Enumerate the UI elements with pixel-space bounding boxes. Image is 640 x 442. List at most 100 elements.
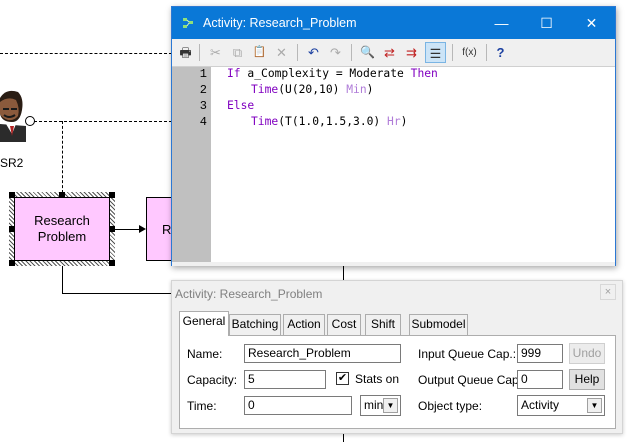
function-icon[interactable]: f(x) xyxy=(457,42,482,63)
minimize-button[interactable]: — xyxy=(479,7,524,39)
resize-handle[interactable] xyxy=(9,192,15,198)
toolbar-separator xyxy=(486,44,487,61)
line-number: 4 xyxy=(199,115,207,129)
function-name: Time xyxy=(251,115,279,128)
resize-handle[interactable] xyxy=(9,260,15,266)
code-line-4: Time(T(1.0,1.5,3.0) Hr) xyxy=(251,115,407,128)
canvas-line xyxy=(343,434,344,442)
delete-icon[interactable]: ✕ xyxy=(271,42,292,63)
general-tab-panel: Name: Research_Problem Capacity: 5 ✔ Sta… xyxy=(179,335,616,429)
undo-icon[interactable]: ↶ xyxy=(303,42,324,63)
time-unit: Hr xyxy=(387,115,401,128)
code-line-3: Else xyxy=(227,99,254,112)
object-type-value: Activity xyxy=(521,398,560,412)
toolbar-separator xyxy=(297,44,298,61)
time-unit-select[interactable]: min ▼ xyxy=(360,395,401,416)
resource-avatar[interactable] xyxy=(0,88,26,142)
input-queue-field[interactable]: 999 xyxy=(517,344,563,363)
output-queue-field[interactable]: 0 xyxy=(517,370,563,389)
loop-connector xyxy=(62,293,172,294)
activity-properties-window: Activity: Research_Problem × General Bat… xyxy=(171,280,623,434)
close-icon[interactable]: × xyxy=(600,284,616,300)
loop-connector-v xyxy=(62,264,63,294)
resize-handle[interactable] xyxy=(9,226,15,232)
properties-title: Activity: Research_Problem xyxy=(175,287,323,301)
goto-icon[interactable]: ⇉ xyxy=(401,42,422,63)
name-label: Name: xyxy=(187,347,223,361)
close-button[interactable]: ✕ xyxy=(569,7,614,39)
format-icon[interactable]: ☰ xyxy=(425,42,446,63)
resource-link-drop xyxy=(62,121,63,193)
line-number: 3 xyxy=(199,99,207,113)
tab-action[interactable]: Action xyxy=(283,314,325,335)
resource-link xyxy=(34,121,172,122)
object-type-select[interactable]: Activity ▼ xyxy=(517,395,605,416)
code-line-2: Time(U(20,10) Min) xyxy=(251,83,373,96)
resource-connector-point[interactable] xyxy=(25,116,35,126)
maximize-button[interactable]: ☐ xyxy=(524,7,569,39)
code-text: ) xyxy=(366,83,374,96)
app-logo-icon xyxy=(183,18,193,28)
time-label: Time: xyxy=(187,399,217,413)
function-name: Time xyxy=(251,83,279,96)
workspace: SR2 Research Problem R Activity: Researc… xyxy=(0,0,640,442)
code-line-1: If a_Complexity = Moderate Then xyxy=(227,67,438,80)
code-text: (U(20,10) xyxy=(278,83,347,96)
tab-shift[interactable]: Shift xyxy=(365,314,401,335)
keyword: Else xyxy=(227,99,255,112)
resource-label: SR2 xyxy=(0,156,24,170)
input-queue-label: Input Queue Cap.: xyxy=(418,347,517,361)
cut-icon[interactable]: ✂ xyxy=(205,42,226,63)
tab-cost[interactable]: Cost xyxy=(327,314,361,335)
activity-label: Research Problem xyxy=(34,213,90,244)
find-icon[interactable]: 🔍 xyxy=(357,42,378,63)
toolbar-separator xyxy=(351,44,352,61)
editor-toolbar: 🖶 ✂ ⧉ 📋 ✕ ↶ ↷ 🔍 ⇄ ⇉ ☰ f(x) ? xyxy=(172,39,615,66)
code-text: ) xyxy=(400,115,408,128)
time-field[interactable]: 0 xyxy=(244,396,352,415)
print-icon[interactable]: 🖶 xyxy=(175,42,196,63)
copy-icon[interactable]: ⧉ xyxy=(227,42,248,63)
capacity-field[interactable]: 5 xyxy=(244,370,326,389)
toolbar-separator xyxy=(199,44,200,61)
resize-handle[interactable] xyxy=(109,192,115,198)
chevron-down-icon[interactable]: ▼ xyxy=(383,398,398,413)
help-icon[interactable]: ? xyxy=(490,42,511,63)
paste-icon[interactable]: 📋 xyxy=(249,42,270,63)
object-type-label: Object type: xyxy=(418,399,483,413)
name-field[interactable]: Research_Problem xyxy=(244,344,401,363)
editor-title: Activity: Research_Problem xyxy=(203,16,357,30)
resize-handle[interactable] xyxy=(109,260,115,266)
chevron-down-icon[interactable]: ▼ xyxy=(587,398,602,413)
flow-arrow-head xyxy=(139,225,146,233)
time-unit-value: min xyxy=(364,398,384,412)
activity-research-problem[interactable]: Research Problem xyxy=(14,197,110,261)
tab-general[interactable]: General xyxy=(179,311,229,336)
output-queue-label: Output Queue Cap.: xyxy=(418,373,526,387)
tab-submodel[interactable]: Submodel xyxy=(409,314,468,335)
toolbar-separator xyxy=(452,44,453,61)
undo-button[interactable]: Undo xyxy=(569,343,605,364)
help-button[interactable]: Help xyxy=(569,369,605,390)
expression-editor-window: Activity: Research_Problem — ☐ ✕ 🖶 ✂ ⧉ 📋… xyxy=(171,6,616,266)
replace-icon[interactable]: ⇄ xyxy=(379,42,400,63)
code-text: (T(1.0,1.5,3.0) xyxy=(278,115,388,128)
editor-title-bar[interactable]: Activity: Research_Problem — ☐ ✕ xyxy=(172,7,615,39)
time-unit: Min xyxy=(346,83,367,96)
resize-handle[interactable] xyxy=(59,192,65,198)
line-number: 1 xyxy=(199,67,207,81)
stats-on-label: Stats on xyxy=(355,372,400,386)
dashed-connector xyxy=(0,53,172,54)
code-editor[interactable]: 1 2 3 4 If a_Complexity = Moderate Then … xyxy=(172,66,615,262)
capacity-label: Capacity: xyxy=(187,373,238,387)
flow-arrow-line xyxy=(115,229,139,230)
activity-label: R xyxy=(162,222,172,237)
editor-bottom-border xyxy=(172,262,615,266)
keyword: Then xyxy=(410,67,438,80)
line-number: 2 xyxy=(199,83,207,97)
canvas-line xyxy=(343,266,344,280)
keyword: If xyxy=(227,67,241,80)
stats-on-checkbox[interactable]: ✔ xyxy=(336,372,349,385)
tab-batching[interactable]: Batching xyxy=(229,314,281,335)
redo-icon[interactable]: ↷ xyxy=(325,42,346,63)
